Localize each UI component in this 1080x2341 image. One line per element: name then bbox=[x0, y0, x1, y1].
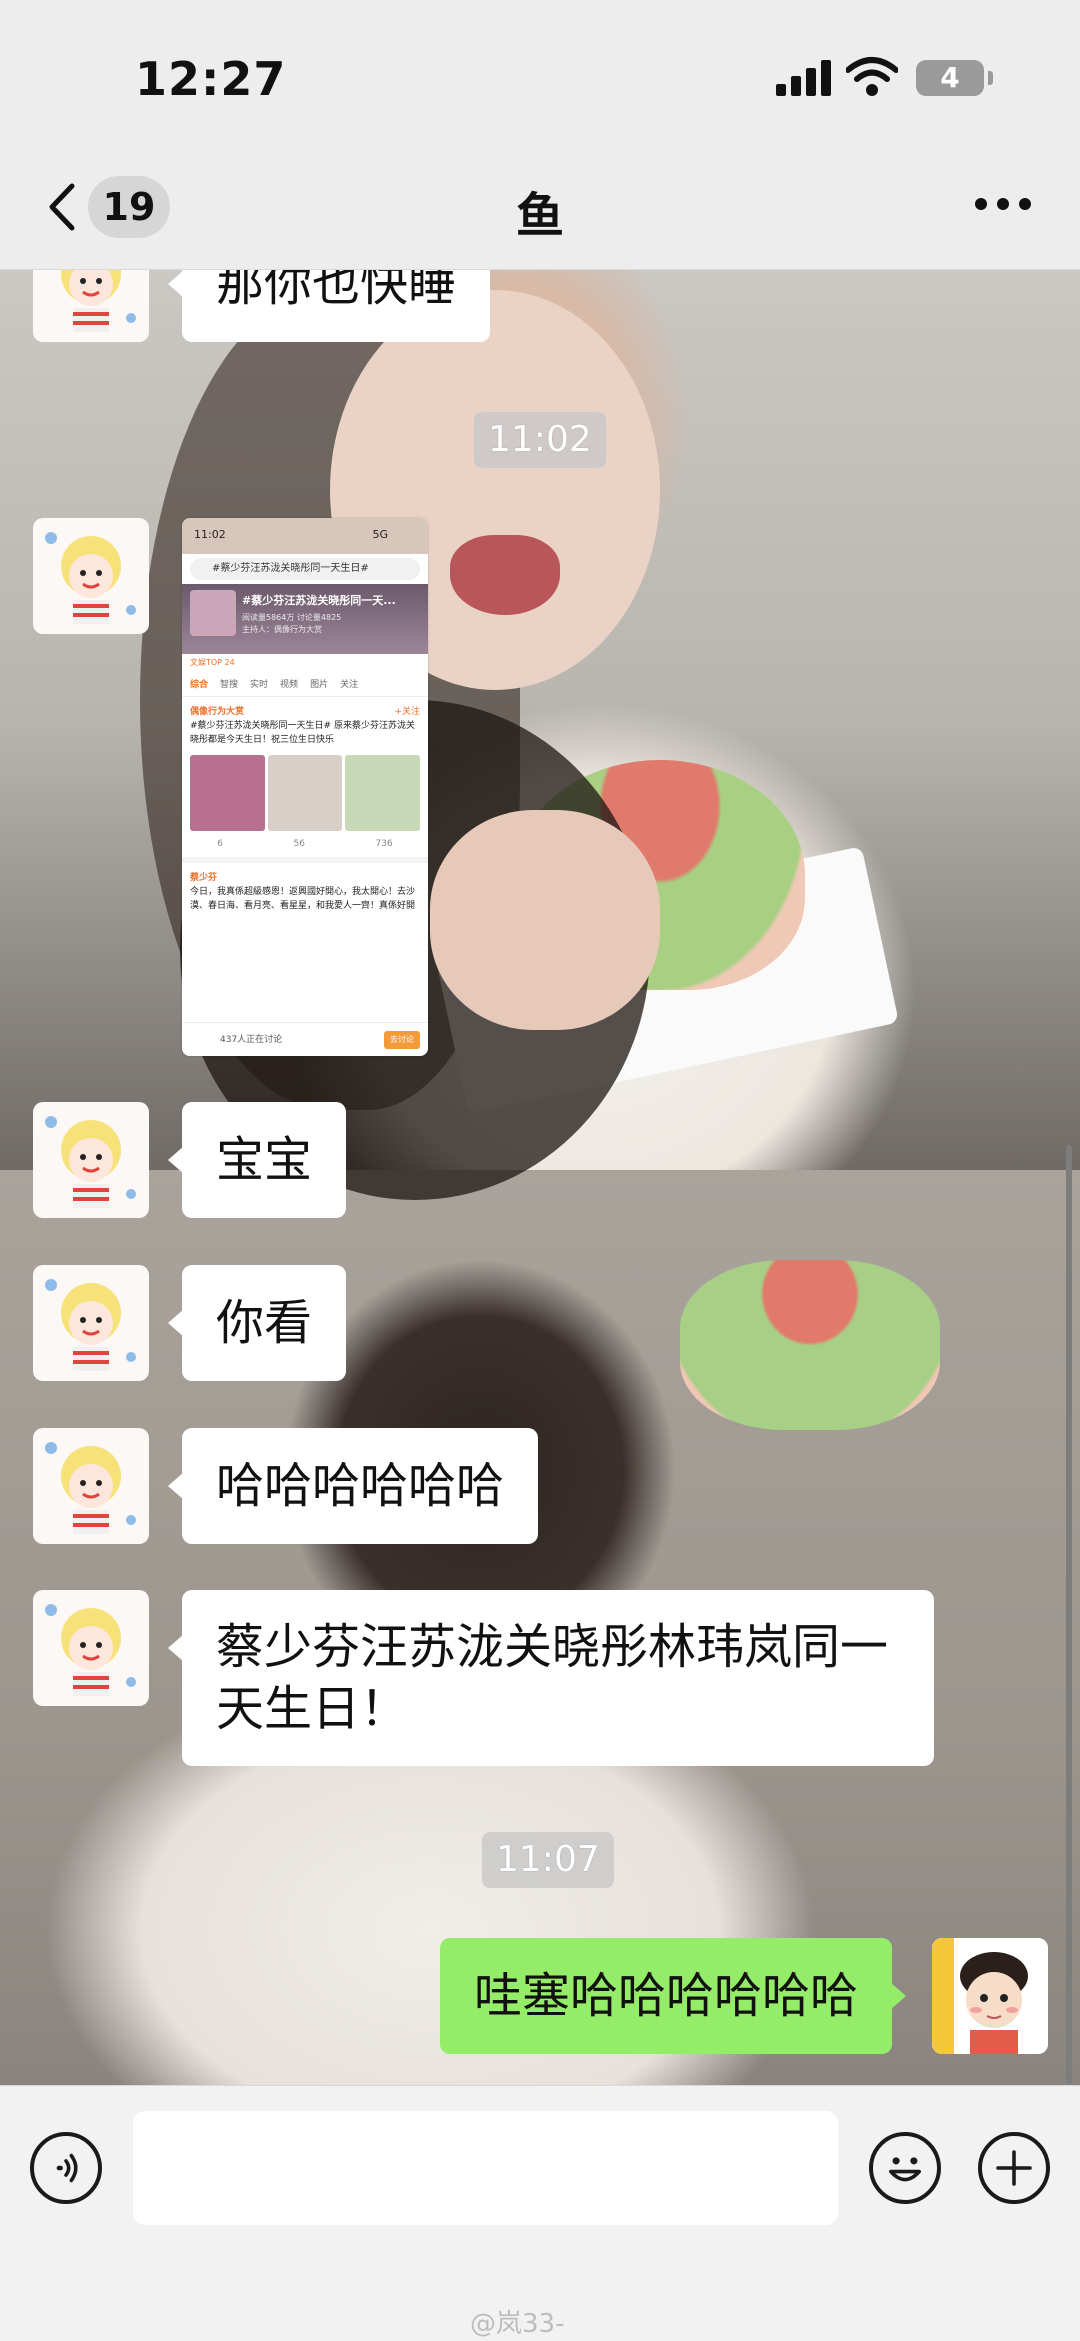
repost-count: 6 bbox=[217, 839, 223, 849]
bg-hands-shape bbox=[430, 810, 660, 1030]
message-bubble[interactable]: 那你也快睡 bbox=[167, 270, 491, 342]
message-bubble[interactable]: 宝宝 bbox=[167, 1102, 347, 1218]
screenshot-post: 偶像行为大赏 +关注 #蔡少芬汪苏泷关晓彤同一天生日# 原来蔡少芬汪苏泷关晓彤都… bbox=[182, 697, 428, 755]
post-text: 今日，我真係超級感恩！返興國好開心，我太開心！去沙漠、春日海、看月亮、看星星，和… bbox=[190, 887, 416, 911]
message-bubble[interactable]: 蔡少芬汪苏泷关晓彤林玮岚同一天生日！ bbox=[168, 1590, 934, 1766]
post-actions: 6 56 736 bbox=[182, 831, 428, 863]
screenshot-status-bar: 11:02 5G bbox=[182, 518, 428, 554]
comment-count: 56 bbox=[293, 839, 305, 849]
avatar-cartoon-icon bbox=[45, 532, 136, 624]
post-text: #蔡少芬汪苏泷关晓彤同一天生日# 原来蔡少芬汪苏泷关晓彤都是今天生日！祝三位生日… bbox=[190, 721, 415, 745]
avatar[interactable] bbox=[33, 1428, 149, 1544]
bg-mouth-shape bbox=[450, 535, 560, 615]
post-author: 蔡少芬 bbox=[190, 873, 218, 883]
post-image bbox=[190, 755, 265, 831]
topic-host: 主持人：偶像行为大赏 bbox=[242, 625, 322, 634]
screenshot-search: #蔡少芬汪苏泷关晓彤同一天生日# bbox=[190, 558, 420, 580]
screenshot-tab: 关注 bbox=[340, 680, 359, 690]
message-bubble[interactable]: 哈哈哈哈哈哈 bbox=[167, 1428, 539, 1544]
message-bubble-self[interactable]: 哇塞哈哈哈哈哈哈 bbox=[440, 1938, 907, 2054]
viewer-count: 437人正在讨论 bbox=[220, 1035, 283, 1045]
screenshot-post-2: 蔡少芬 今日，我真係超級感恩！返興國好開心，我太開心！去沙漠、春日海、看月亮、看… bbox=[182, 863, 428, 921]
battery-cap bbox=[988, 71, 993, 85]
topic-rank: 文娱TOP 24 bbox=[190, 658, 235, 667]
avatar[interactable] bbox=[33, 518, 149, 634]
avatar-cartoon-icon bbox=[45, 1442, 136, 1534]
screenshot-tab: 图片 bbox=[310, 680, 329, 690]
plus-icon[interactable] bbox=[978, 2132, 1050, 2204]
unread-badge[interactable]: 19 bbox=[88, 176, 170, 238]
signal-icon bbox=[776, 60, 832, 96]
screenshot-tabs: 综合 智搜 实时 视频 图片 关注 bbox=[182, 671, 428, 697]
bg-cake-shape-2 bbox=[680, 1260, 940, 1430]
screenshot-time: 11:02 bbox=[194, 528, 226, 541]
self-avatar[interactable] bbox=[932, 1938, 1048, 2054]
image-message[interactable]: 11:02 5G #蔡少芬汪苏泷关晓彤同一天生日# #蔡少芬汪苏泷关晓彤同一天.… bbox=[182, 518, 428, 1056]
post-image bbox=[267, 755, 343, 831]
screenshot-topic-header: #蔡少芬汪苏泷关晓彤同一天... 阅读量5864万 讨论量4825 主持人：偶像… bbox=[182, 584, 428, 654]
voice-icon[interactable] bbox=[30, 2132, 102, 2204]
topic-thumbnail bbox=[190, 590, 236, 636]
avatar-boy-icon bbox=[932, 1938, 1048, 2054]
screenshot-signal: 5G bbox=[372, 528, 388, 541]
status-time: 12:27 bbox=[135, 52, 287, 106]
message-input[interactable] bbox=[133, 2111, 838, 2225]
topic-stats: 阅读量5864万 讨论量4825 bbox=[242, 613, 342, 622]
avatar[interactable] bbox=[33, 1102, 149, 1218]
post-images bbox=[182, 755, 428, 831]
chat-area[interactable]: 那你也快睡 11:02 11:02 5G #蔡少芬汪苏泷关晓彤同一天生日# #蔡… bbox=[0, 270, 1080, 2085]
chevron-left-icon[interactable] bbox=[44, 182, 80, 232]
avatar[interactable] bbox=[33, 270, 149, 342]
timestamp: 11:07 bbox=[482, 1832, 614, 1888]
timestamp: 11:02 bbox=[474, 412, 606, 468]
avatar-cartoon-icon bbox=[45, 1279, 136, 1371]
more-icon[interactable] bbox=[975, 198, 1031, 214]
chat-title: 鱼 bbox=[515, 188, 564, 244]
screenshot-tab: 智搜 bbox=[220, 680, 239, 690]
scrollbar[interactable] bbox=[1066, 1145, 1072, 2085]
emoji-icon[interactable] bbox=[869, 2132, 941, 2204]
like-count: 736 bbox=[375, 839, 393, 849]
topic-title: #蔡少芬汪苏泷关晓彤同一天... bbox=[242, 594, 396, 607]
avatar[interactable] bbox=[33, 1590, 149, 1706]
top-bar: 12:27 4 19 鱼 bbox=[0, 0, 1080, 270]
avatar-cartoon-icon bbox=[61, 270, 136, 332]
post-follow: +关注 bbox=[394, 707, 420, 717]
watermark: @岚33- bbox=[470, 2309, 565, 2339]
avatar-cartoon-icon bbox=[45, 1116, 136, 1208]
screenshot-bottom-bar: 437人正在讨论 去讨论 bbox=[182, 1022, 428, 1056]
screenshot-tab: 实时 bbox=[250, 680, 269, 690]
join-discussion-button: 去讨论 bbox=[384, 1031, 420, 1049]
screenshot-tab: 综合 bbox=[190, 680, 209, 690]
wifi-icon bbox=[846, 57, 898, 96]
avatar-cartoon-icon bbox=[45, 1604, 136, 1696]
screenshot-tab: 视频 bbox=[280, 680, 299, 690]
message-bubble[interactable]: 你看 bbox=[167, 1265, 347, 1381]
post-image bbox=[345, 755, 421, 831]
post-author: 偶像行为大赏 bbox=[190, 707, 245, 717]
avatar[interactable] bbox=[33, 1265, 149, 1381]
battery-icon: 4 bbox=[916, 60, 984, 96]
